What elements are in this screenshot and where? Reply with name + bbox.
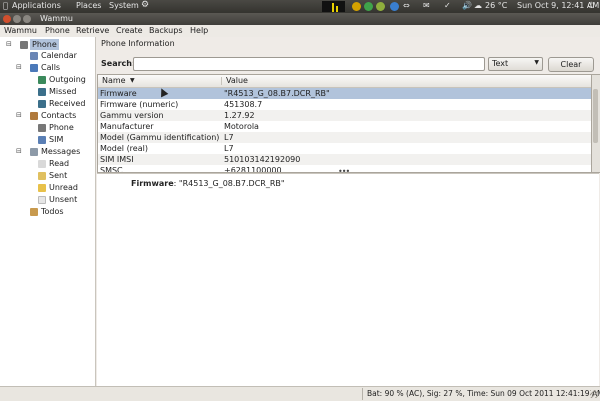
weather-temp[interactable]: 26 °C bbox=[485, 1, 507, 10]
bluetooth-icon[interactable] bbox=[390, 2, 399, 11]
menu-help[interactable]: Help bbox=[190, 26, 208, 35]
collapse-contacts-icon[interactable]: ⊟ bbox=[16, 111, 22, 119]
calls-icon bbox=[30, 64, 38, 72]
gears-icon[interactable]: ⚙ bbox=[141, 0, 149, 10]
column-header-name[interactable]: Name bbox=[102, 76, 126, 85]
phone-info-table[interactable]: Name ▼ Value Firmware "R4513_G_08.B7.DCR… bbox=[97, 74, 593, 173]
detail-text: Firmware: "R4513_G_08.B7.DCR_RB" bbox=[131, 179, 285, 188]
detail-label: Firmware bbox=[131, 179, 174, 188]
system-monitor-icon[interactable] bbox=[322, 1, 345, 12]
menu-backups[interactable]: Backups bbox=[149, 26, 183, 35]
menu-create[interactable]: Create bbox=[116, 26, 143, 35]
column-header-value[interactable]: Value bbox=[226, 76, 248, 85]
menu-system[interactable]: System bbox=[109, 1, 139, 10]
tree-item-unsent[interactable]: Unsent bbox=[49, 194, 77, 205]
status-text: Bat: 90 % (AC), Sig: 27 %, Time: Sun 09 … bbox=[367, 389, 600, 398]
tree-item-todos[interactable]: Todos bbox=[41, 206, 64, 217]
maximize-window-icon[interactable] bbox=[23, 15, 31, 23]
tree-item-contacts-phone[interactable]: Phone bbox=[49, 122, 74, 133]
mail-icon[interactable]: ✉ bbox=[423, 1, 430, 10]
navigation-tree[interactable]: ⊟ Phone Calendar ⊟ Calls Outgoing Missed… bbox=[0, 37, 96, 386]
weather-icon[interactable]: ☁ bbox=[474, 1, 482, 10]
clear-button[interactable]: Clear bbox=[548, 57, 594, 72]
collapse-phone-icon[interactable]: ⊟ bbox=[6, 40, 12, 48]
tree-item-phone[interactable]: Phone bbox=[30, 39, 59, 50]
table-header: Name ▼ Value bbox=[98, 75, 592, 88]
search-type-select[interactable]: Text ▼ bbox=[488, 57, 543, 71]
detail-panel: Firmware: "R4513_G_08.B7.DCR_RB" bbox=[97, 173, 599, 387]
menu-wammu[interactable]: Wammu bbox=[4, 26, 37, 35]
table-row[interactable]: Manufacturer Motorola bbox=[98, 121, 592, 132]
tree-item-received[interactable]: Received bbox=[49, 98, 85, 109]
apple-logo-icon[interactable]:  bbox=[3, 1, 8, 10]
statusbar: Bat: 90 % (AC), Sig: 27 %, Time: Sun 09 … bbox=[0, 386, 600, 401]
menu-applications[interactable]: Applications bbox=[12, 1, 61, 10]
menu-phone[interactable]: Phone bbox=[45, 26, 70, 35]
phone-contacts-icon bbox=[38, 124, 46, 132]
read-message-icon bbox=[38, 160, 46, 168]
tree-item-contacts[interactable]: Contacts bbox=[41, 110, 76, 121]
outgoing-call-icon bbox=[38, 76, 46, 84]
collapse-messages-icon[interactable]: ⊟ bbox=[16, 147, 22, 155]
tree-item-sent[interactable]: Sent bbox=[49, 170, 67, 181]
scrollbar-thumb[interactable] bbox=[593, 89, 598, 143]
tree-item-calls[interactable]: Calls bbox=[41, 62, 60, 73]
window-title: Wammu bbox=[40, 14, 73, 23]
check-icon[interactable] bbox=[364, 2, 373, 11]
tree-item-contacts-sim[interactable]: SIM bbox=[49, 134, 63, 145]
collapse-calls-icon[interactable]: ⊟ bbox=[16, 63, 22, 71]
sent-message-icon bbox=[38, 172, 46, 180]
table-row[interactable]: Model (Gammu identification) L7 bbox=[98, 132, 592, 143]
table-row[interactable]: Gammu version 1.27.92 bbox=[98, 110, 592, 121]
unsent-message-icon bbox=[38, 196, 46, 204]
menu-retrieve[interactable]: Retrieve bbox=[76, 26, 109, 35]
search-input[interactable] bbox=[133, 57, 485, 71]
search-label: Search: bbox=[101, 59, 136, 68]
dropdown-arrow-icon: ▼ bbox=[534, 59, 539, 66]
power-icon[interactable]: ⏻ bbox=[588, 1, 594, 11]
menu-places[interactable]: Places bbox=[76, 1, 101, 10]
messages-icon bbox=[30, 148, 38, 156]
menubar: Wammu Phone Retrieve Create Backups Help bbox=[0, 25, 600, 37]
table-row[interactable]: Firmware "R4513_G_08.B7.DCR_RB" bbox=[98, 88, 592, 99]
tree-item-outgoing[interactable]: Outgoing bbox=[49, 74, 86, 85]
sort-desc-icon: ▼ bbox=[130, 77, 135, 84]
window-titlebar[interactable]: Wammu bbox=[0, 13, 600, 25]
missed-call-icon bbox=[38, 88, 46, 96]
table-row[interactable]: SIM IMSI 510103142192090 bbox=[98, 154, 592, 165]
todos-icon bbox=[30, 208, 38, 216]
table-scrollbar[interactable] bbox=[591, 74, 600, 173]
unread-message-icon bbox=[38, 184, 46, 192]
tree-item-missed[interactable]: Missed bbox=[49, 86, 76, 97]
calendar-icon bbox=[30, 52, 38, 60]
tree-item-messages[interactable]: Messages bbox=[41, 146, 80, 157]
received-call-icon bbox=[38, 100, 46, 108]
resize-grip-icon[interactable] bbox=[590, 390, 598, 398]
update-icon[interactable] bbox=[352, 2, 361, 11]
tree-item-unread[interactable]: Unread bbox=[49, 182, 78, 193]
table-row[interactable]: Model (real) L7 bbox=[98, 143, 592, 154]
volume-icon[interactable]: 🔊 bbox=[462, 1, 472, 10]
tree-item-read[interactable]: Read bbox=[49, 158, 69, 169]
transfer-arrows-icon[interactable]: ⇔ bbox=[403, 1, 410, 10]
indicator-icon[interactable]: ✓ bbox=[444, 1, 451, 10]
detail-value: "R4513_G_08.B7.DCR_RB" bbox=[178, 179, 285, 188]
minimize-window-icon[interactable] bbox=[13, 15, 21, 23]
table-row[interactable]: Firmware (numeric) 451308.7 bbox=[98, 99, 592, 110]
contacts-icon bbox=[30, 112, 38, 120]
clock[interactable]: Sun Oct 9, 12:41 AM bbox=[517, 1, 599, 10]
tree-item-calendar[interactable]: Calendar bbox=[41, 50, 77, 61]
top-panel:  Applications Places System ⚙ ⇔ ✉ ✓ 🔊 ☁… bbox=[0, 0, 600, 13]
search-type-value: Text bbox=[492, 59, 509, 68]
section-title: Phone Information bbox=[101, 39, 175, 48]
close-window-icon[interactable] bbox=[3, 15, 11, 23]
phone-icon bbox=[20, 41, 28, 49]
network-status-icon[interactable] bbox=[376, 2, 385, 11]
sim-icon bbox=[38, 136, 46, 144]
